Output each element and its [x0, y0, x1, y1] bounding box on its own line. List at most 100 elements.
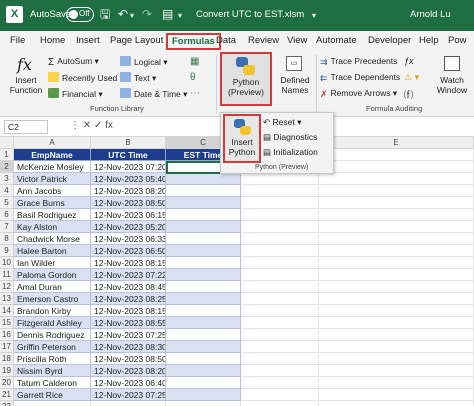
autosum-button[interactable]: Σ AutoSum ▾	[48, 56, 99, 68]
cell[interactable]	[241, 353, 319, 365]
cell[interactable]	[319, 221, 474, 233]
cell[interactable]	[241, 221, 319, 233]
utc-time-cell[interactable]: 12-Nov-2023 08:30	[91, 341, 166, 353]
table-header-cell[interactable]: EmpName	[14, 149, 91, 161]
redo-icon[interactable]: ↷	[142, 7, 152, 21]
utc-time-cell[interactable]: 12-Nov-2023 08:15	[91, 305, 166, 317]
emp-name-cell[interactable]: Amal Duran	[14, 281, 91, 293]
cell[interactable]	[14, 401, 91, 406]
insert-function-button[interactable]: fx Insert Function	[8, 53, 44, 101]
evaluate-formula-button[interactable]: ⒡	[404, 88, 413, 101]
est-time-cell[interactable]	[166, 353, 241, 365]
defined-names-button[interactable]: ▭ Defined Names	[276, 53, 314, 101]
row-header[interactable]: 2	[0, 161, 14, 173]
cell[interactable]	[319, 245, 474, 257]
error-checking-button[interactable]: ⚠ ▾	[404, 72, 419, 83]
row-header[interactable]: 6	[0, 209, 14, 221]
utc-time-cell[interactable]: 12-Nov-2023 08:50	[91, 353, 166, 365]
trace-precedents-button[interactable]: ⇉ Trace Precedents	[320, 56, 397, 67]
customize-toolbar-icon[interactable]: ▾	[178, 9, 182, 23]
cell[interactable]	[241, 245, 319, 257]
utc-time-cell[interactable]: 12-Nov-2023 06:15	[91, 209, 166, 221]
row-header[interactable]: 11	[0, 269, 14, 281]
emp-name-cell[interactable]: Dennis Rodriguez	[14, 329, 91, 341]
emp-name-cell[interactable]: Ann Jacobs	[14, 185, 91, 197]
row-header[interactable]: 13	[0, 293, 14, 305]
est-time-cell[interactable]	[166, 293, 241, 305]
cell[interactable]	[319, 233, 474, 245]
cell[interactable]	[166, 401, 241, 406]
utc-time-cell[interactable]: 12-Nov-2023 06:40	[91, 377, 166, 389]
est-time-cell[interactable]	[166, 305, 241, 317]
tab-home[interactable]: Home	[40, 35, 65, 46]
row-header[interactable]: 19	[0, 365, 14, 377]
utc-time-cell[interactable]: 12-Nov-2023 05:20	[91, 221, 166, 233]
select-all-corner[interactable]	[0, 137, 14, 149]
est-time-cell[interactable]	[166, 365, 241, 377]
emp-name-cell[interactable]: Fitzgerald Ashley	[14, 317, 91, 329]
row-header[interactable]: 16	[0, 329, 14, 341]
cell[interactable]	[319, 317, 474, 329]
logical-button[interactable]: Logical ▾	[120, 56, 168, 68]
form-icon[interactable]: ▤	[162, 7, 173, 21]
est-time-cell[interactable]	[166, 257, 241, 269]
emp-name-cell[interactable]: Ian Wilder	[14, 257, 91, 269]
row-header[interactable]: 7	[0, 221, 14, 233]
cell[interactable]	[241, 389, 319, 401]
emp-name-cell[interactable]: Paloma Gordon	[14, 269, 91, 281]
emp-name-cell[interactable]: Emerson Castro	[14, 293, 91, 305]
formula-bar-icons[interactable]: ⋮ ✕ ✓ fx	[70, 120, 113, 131]
cell[interactable]	[91, 401, 166, 406]
cell[interactable]	[319, 401, 474, 406]
math-trig-button[interactable]: θ	[190, 72, 196, 83]
utc-time-cell[interactable]: 12-Nov-2023 05:40	[91, 173, 166, 185]
utc-time-cell[interactable]: 12-Nov-2023 08:50	[91, 197, 166, 209]
est-time-cell[interactable]	[166, 317, 241, 329]
cell[interactable]	[319, 365, 474, 377]
utc-time-cell[interactable]: 12-Nov-2023 06:33	[91, 233, 166, 245]
utc-time-cell[interactable]: 12-Nov-2023 07:25	[91, 329, 166, 341]
emp-name-cell[interactable]: McKenzie Mosley	[14, 161, 91, 173]
cell[interactable]	[241, 341, 319, 353]
est-time-cell[interactable]	[166, 377, 241, 389]
cell[interactable]	[319, 329, 474, 341]
cell[interactable]	[319, 281, 474, 293]
est-time-cell[interactable]	[166, 341, 241, 353]
emp-name-cell[interactable]: Tatum Calderon	[14, 377, 91, 389]
tab-automate[interactable]: Automate	[316, 35, 357, 46]
est-time-cell[interactable]	[166, 209, 241, 221]
row-header[interactable]: 14	[0, 305, 14, 317]
watch-window-button[interactable]: Watch Window	[432, 53, 472, 101]
user-name[interactable]: Arnold Lu	[410, 9, 451, 20]
cell[interactable]	[241, 281, 319, 293]
est-time-cell[interactable]	[166, 221, 241, 233]
tab-developer[interactable]: Developer	[368, 35, 411, 46]
utc-time-cell[interactable]: 12-Nov-2023 08:25	[91, 293, 166, 305]
tab-file[interactable]: File	[10, 35, 25, 46]
utc-time-cell[interactable]: 12-Nov-2023 08:55	[91, 317, 166, 329]
cell[interactable]	[241, 173, 319, 185]
cell[interactable]	[319, 209, 474, 221]
cell[interactable]	[319, 389, 474, 401]
cell[interactable]	[319, 305, 474, 317]
row-header[interactable]: 9	[0, 245, 14, 257]
tab-review[interactable]: Review	[248, 35, 279, 46]
trace-dependents-button[interactable]: ⇇ Trace Dependents	[320, 72, 400, 83]
utc-time-cell[interactable]: 12-Nov-2023 08:15	[91, 257, 166, 269]
est-time-cell[interactable]	[166, 173, 241, 185]
emp-name-cell[interactable]: Priscilla Roth	[14, 353, 91, 365]
emp-name-cell[interactable]: Garrett Rice	[14, 389, 91, 401]
tab-insert[interactable]: Insert	[76, 35, 100, 46]
utc-time-cell[interactable]: 12-Nov-2023 07:22	[91, 269, 166, 281]
cell[interactable]	[241, 233, 319, 245]
cell[interactable]	[319, 341, 474, 353]
row-header[interactable]: 21	[0, 389, 14, 401]
cell[interactable]	[241, 317, 319, 329]
row-header[interactable]: 22	[0, 401, 14, 406]
name-box[interactable]: C2	[4, 120, 48, 134]
column-header-b[interactable]: B	[91, 137, 166, 149]
reset-button[interactable]: ↶ Reset ▾	[263, 117, 301, 128]
cell[interactable]	[241, 185, 319, 197]
table-header-cell[interactable]: UTC Time	[91, 149, 166, 161]
tab-page-layout[interactable]: Page Layout	[110, 35, 163, 46]
